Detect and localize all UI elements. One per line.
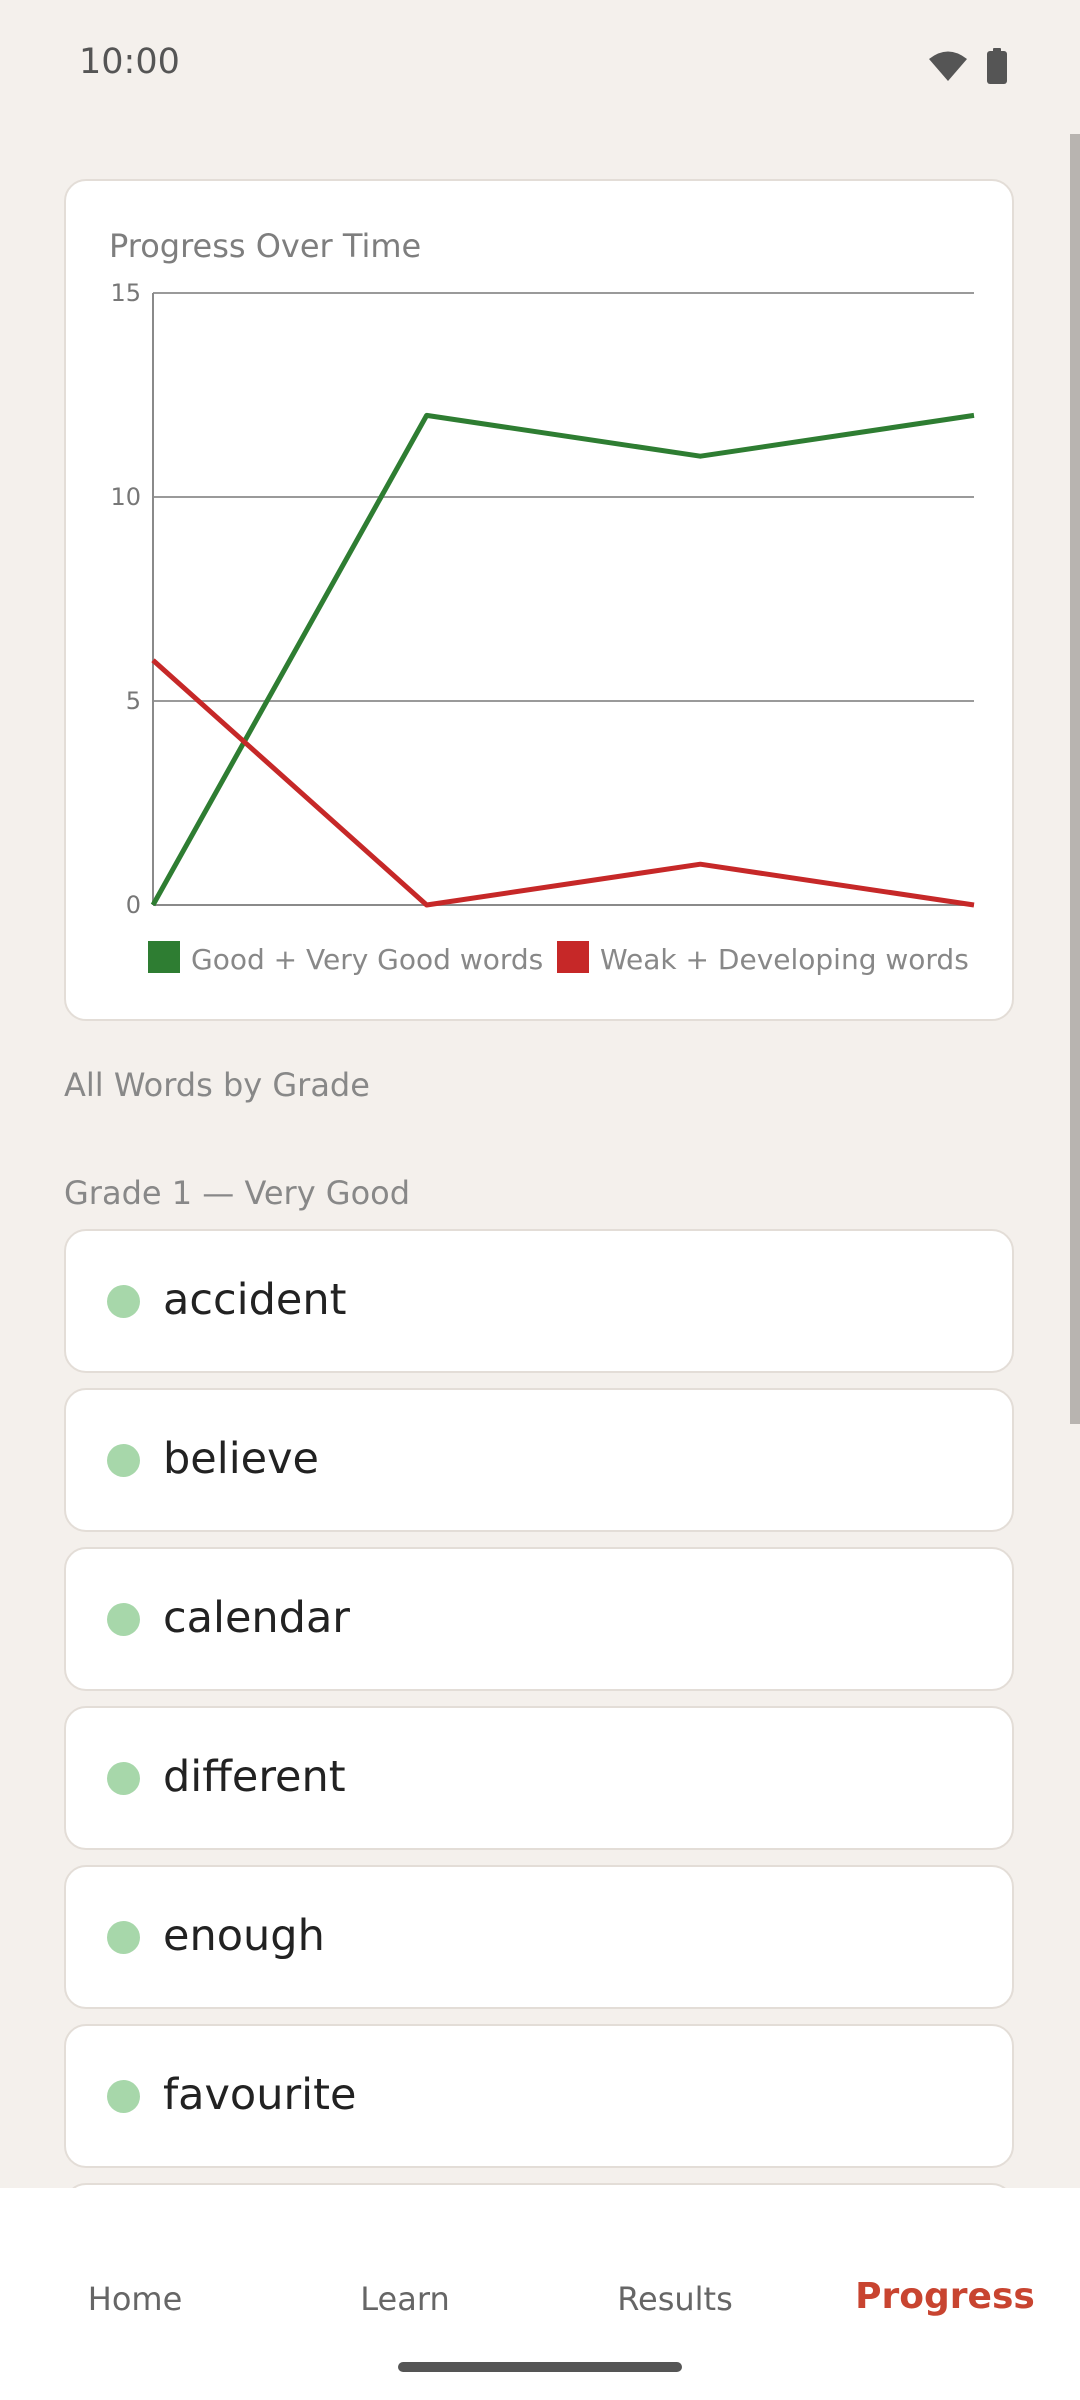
series-line-good xyxy=(150,412,975,907)
nav-results[interactable]: Results xyxy=(540,2280,810,2318)
grade-dot-icon xyxy=(107,2080,140,2113)
battery-icon xyxy=(987,48,1007,84)
legend-label: Good + Very Good words xyxy=(191,943,543,976)
home-indicator[interactable] xyxy=(398,2362,682,2372)
scrollbar[interactable] xyxy=(1070,134,1080,1424)
status-time: 10:00 xyxy=(79,42,180,82)
legend-label: Weak + Developing words xyxy=(600,943,969,976)
list-item[interactable]: believe xyxy=(64,1388,1014,1532)
y-tick-label: 5 xyxy=(126,687,141,715)
list-item[interactable]: enough xyxy=(64,1865,1014,2009)
status-icons xyxy=(928,48,1008,84)
list-item[interactable]: different xyxy=(64,1706,1014,1850)
word-label: accident xyxy=(163,1275,347,1325)
section-title-all-words: All Words by Grade xyxy=(64,1066,370,1104)
list-item[interactable]: favourite xyxy=(64,2024,1014,2168)
status-bar: 10:00 xyxy=(0,0,1080,134)
grade-dot-icon xyxy=(107,1762,140,1795)
nav-home[interactable]: Home xyxy=(0,2280,270,2318)
y-tick-label: 10 xyxy=(110,483,141,511)
grade-dot-icon xyxy=(107,1921,140,1954)
word-label: favourite xyxy=(163,2070,357,2120)
y-tick-label: 15 xyxy=(110,279,141,307)
legend-swatch xyxy=(148,941,180,973)
grade-dot-icon xyxy=(107,1444,140,1477)
grade-dot-icon xyxy=(107,1285,140,1318)
list-item[interactable]: calendar xyxy=(64,1547,1014,1691)
legend-swatch xyxy=(557,941,589,973)
progress-line-chart: 15 10 5 0 Good + Very Good words Weak + Devel… xyxy=(110,279,975,976)
series-line-weak xyxy=(151,658,975,908)
nav-progress[interactable]: Progress xyxy=(810,2276,1080,2317)
word-label: different xyxy=(163,1752,346,1802)
y-tick-label: 0 xyxy=(126,891,141,919)
word-label: believe xyxy=(163,1434,320,1484)
grade-title: Grade 1 — Very Good xyxy=(64,1174,411,1212)
word-label: calendar xyxy=(163,1593,350,1643)
wifi-icon xyxy=(929,51,967,81)
nav-learn[interactable]: Learn xyxy=(270,2280,540,2318)
grade-dot-icon xyxy=(107,1603,140,1636)
word-label: enough xyxy=(163,1911,325,1961)
list-item[interactable]: accident xyxy=(64,1229,1014,1373)
progress-chart-card: Progress Over Time 15 10 5 0 Good + Very Goo… xyxy=(64,179,1014,1021)
